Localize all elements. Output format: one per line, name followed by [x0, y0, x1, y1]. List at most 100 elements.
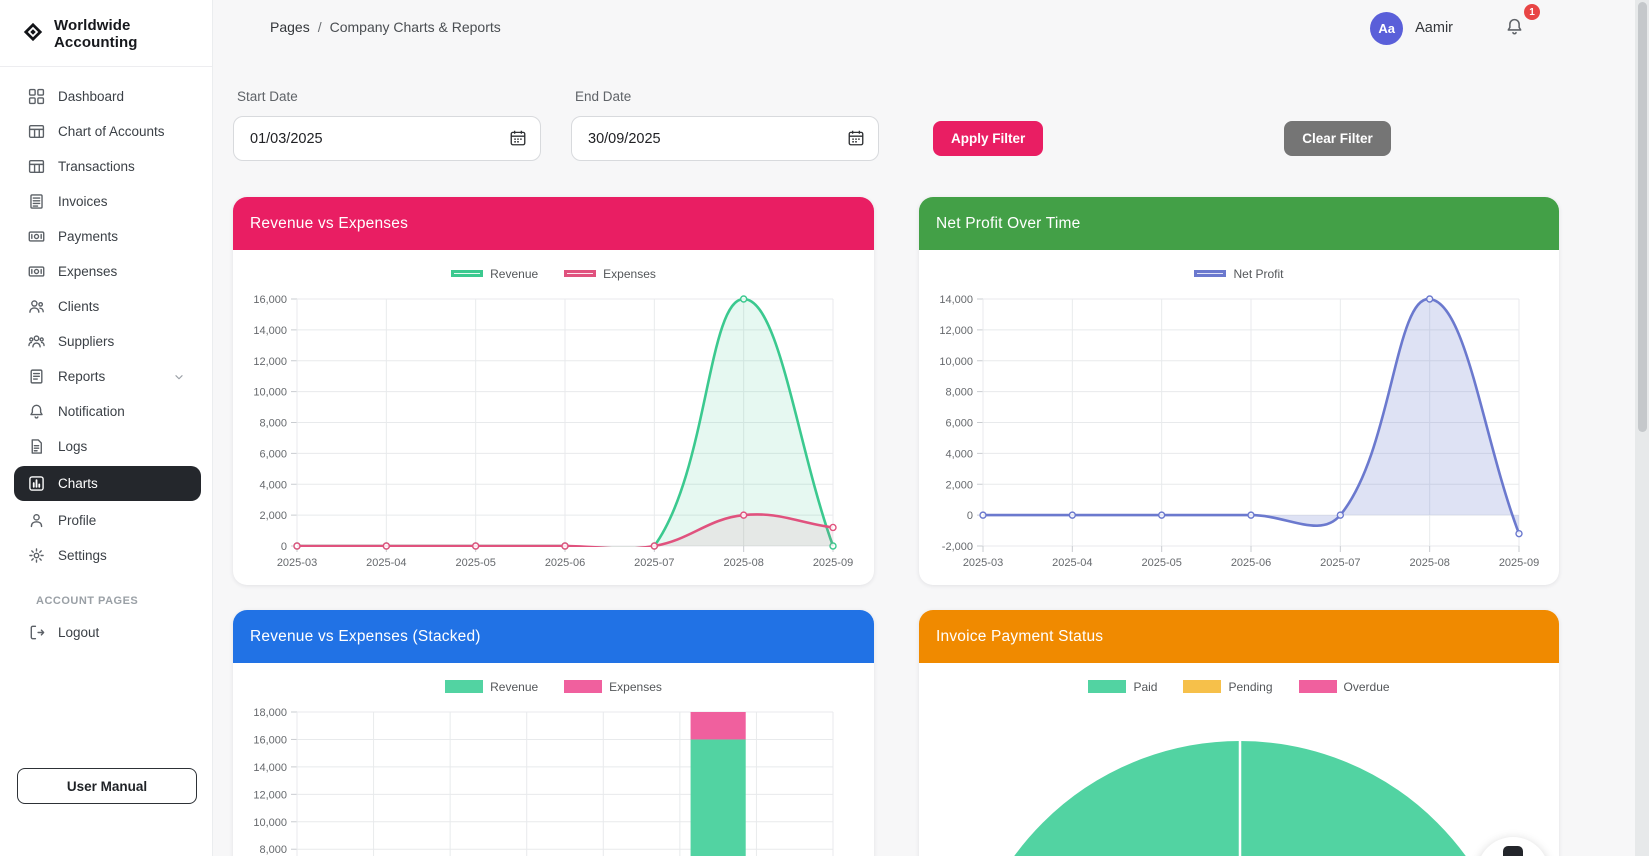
legend-label: Overdue — [1344, 680, 1390, 694]
sidebar-item-label: Profile — [58, 513, 96, 528]
svg-text:14,000: 14,000 — [939, 294, 973, 306]
sidebar-item-chart-of-accounts[interactable]: Chart of Accounts — [0, 114, 200, 149]
chart-legend: Paid Pending Overdue — [919, 679, 1559, 694]
card-revenue-vs-expenses: Revenue vs Expenses RevenueExpenses02,00… — [233, 197, 874, 585]
chart-title: Revenue vs Expenses (Stacked) — [250, 628, 481, 646]
charts-grid: Revenue vs Expenses RevenueExpenses02,00… — [213, 197, 1649, 856]
banknote-icon — [28, 228, 45, 245]
legend-item-expenses[interactable]: Expenses — [564, 680, 662, 694]
sidebar-item-notification[interactable]: Notification — [0, 394, 200, 429]
apply-filter-button[interactable]: Apply Filter — [933, 121, 1043, 156]
sidebar-item-label: Clients — [58, 299, 99, 314]
end-date-input[interactable] — [571, 116, 879, 161]
svg-text:12,000: 12,000 — [253, 789, 287, 801]
bar-chart-icon — [28, 475, 45, 492]
legend-item-expenses[interactable]: Expenses — [564, 267, 656, 281]
chart-legend: Revenue Expenses — [233, 679, 874, 694]
sidebar-item-transactions[interactable]: Transactions — [0, 149, 200, 184]
sidebar-item-expenses[interactable]: Expenses — [0, 254, 200, 289]
legend-label: Paid — [1133, 680, 1157, 694]
sidebar-item-logs[interactable]: Logs — [0, 429, 200, 464]
end-date-label: End Date — [575, 89, 879, 104]
legend-item-pending[interactable]: Pending — [1183, 680, 1272, 694]
card-header: Revenue vs Expenses — [233, 197, 874, 250]
legend-label: Net Profit — [1233, 267, 1283, 281]
svg-text:2025-04: 2025-04 — [366, 557, 406, 569]
sidebar-item-logout[interactable]: Logout — [0, 615, 200, 650]
scrollbar-thumb[interactable] — [1638, 2, 1647, 432]
user-manual-button[interactable]: User Manual — [17, 768, 197, 804]
legend-swatch — [451, 270, 483, 277]
svg-text:10,000: 10,000 — [253, 387, 287, 399]
svg-text:8,000: 8,000 — [945, 387, 973, 399]
sidebar-item-clients[interactable]: Clients — [0, 289, 200, 324]
chevron-down-icon — [172, 370, 186, 384]
pie-chart-canvas[interactable]: Paid Pending Overdue — [919, 663, 1559, 856]
legend-item-net-profit[interactable]: Net Profit — [1194, 267, 1283, 281]
brand-diamond-icon — [22, 21, 44, 48]
account-pages-label: ACCOUNT PAGES — [36, 595, 212, 607]
sidebar-item-label: Settings — [58, 548, 107, 563]
dashboard-icon — [28, 88, 45, 105]
notification-bell-icon[interactable]: 1 — [1505, 17, 1527, 47]
svg-text:6,000: 6,000 — [945, 418, 973, 430]
svg-text:-2,000: -2,000 — [942, 541, 973, 553]
sidebar-item-reports[interactable]: Reports — [0, 359, 200, 394]
legend-swatch — [1299, 680, 1337, 693]
sidebar-item-invoices[interactable]: Invoices — [0, 184, 200, 219]
calendar-icon[interactable] — [509, 129, 527, 147]
start-date-input[interactable] — [233, 116, 541, 161]
avatar[interactable]: Aa — [1370, 12, 1403, 45]
notification-count-badge: 1 — [1524, 4, 1540, 20]
svg-text:2025-05: 2025-05 — [455, 557, 495, 569]
report-icon — [28, 368, 45, 385]
legend-item-revenue[interactable]: Revenue — [451, 267, 538, 281]
sidebar-item-label: Expenses — [58, 264, 117, 279]
clear-filter-button[interactable]: Clear Filter — [1284, 121, 1391, 156]
sidebar-item-label: Reports — [58, 369, 105, 384]
sidebar-item-suppliers[interactable]: Suppliers — [0, 324, 200, 359]
legend-label: Revenue — [490, 680, 538, 694]
line-chart-canvas[interactable]: Net Profit-2,00002,0004,0006,0008,00010,… — [919, 250, 1559, 571]
svg-text:6,000: 6,000 — [259, 448, 287, 460]
calendar-icon[interactable] — [847, 129, 865, 147]
main-content: Pages / Company Charts & Reports Aa Aami… — [213, 0, 1649, 856]
breadcrumb-pages-link[interactable]: Pages — [270, 19, 310, 35]
svg-text:4,000: 4,000 — [945, 448, 973, 460]
logout-icon — [28, 624, 45, 641]
suppliers-icon — [28, 333, 45, 350]
bar-chart-canvas[interactable]: RevenueExpenses02,0004,0006,0008,00010,0… — [233, 663, 874, 856]
svg-text:2025-09: 2025-09 — [1499, 557, 1539, 569]
sidebar-item-dashboard[interactable]: Dashboard — [0, 79, 200, 114]
line-chart-canvas[interactable]: RevenueExpenses02,0004,0006,0008,00010,0… — [233, 250, 874, 571]
svg-text:14,000: 14,000 — [253, 762, 287, 774]
sidebar-item-charts[interactable]: Charts — [14, 466, 201, 501]
start-date-field: Start Date — [233, 89, 541, 161]
svg-text:10,000: 10,000 — [939, 356, 973, 368]
legend-item-overdue[interactable]: Overdue — [1299, 680, 1390, 694]
invoice-icon — [28, 193, 45, 210]
sidebar-item-label: Logs — [58, 439, 87, 454]
brand-logo-row: Worldwide Accounting — [0, 0, 212, 66]
card-invoice-payment-status: Invoice Payment Status Paid Pending Overdu… — [919, 610, 1559, 856]
card-header: Revenue vs Expenses (Stacked) — [233, 610, 874, 663]
chart-title: Invoice Payment Status — [936, 628, 1103, 646]
svg-text:16,000: 16,000 — [253, 734, 287, 746]
svg-text:12,000: 12,000 — [253, 356, 287, 368]
legend-item-paid[interactable]: Paid — [1088, 680, 1157, 694]
sidebar: Worldwide Accounting DashboardChart of A… — [0, 0, 213, 856]
sidebar-item-label: Transactions — [58, 159, 135, 174]
sidebar-item-label: Payments — [58, 229, 118, 244]
user-name[interactable]: Aamir — [1415, 20, 1453, 36]
svg-text:2,000: 2,000 — [259, 510, 287, 522]
chart-legend: Revenue Expenses — [233, 266, 874, 281]
svg-text:2025-06: 2025-06 — [545, 557, 585, 569]
svg-text:10,000: 10,000 — [253, 817, 287, 829]
sidebar-item-profile[interactable]: Profile — [0, 503, 200, 538]
sidebar-item-payments[interactable]: Payments — [0, 219, 200, 254]
end-date-field: End Date — [571, 89, 879, 161]
card-revenue-expenses-stacked: Revenue vs Expenses (Stacked) Revenue Exp… — [233, 610, 874, 856]
legend-swatch — [1183, 680, 1221, 693]
legend-item-revenue[interactable]: Revenue — [445, 680, 538, 694]
sidebar-item-settings[interactable]: Settings — [0, 538, 200, 573]
